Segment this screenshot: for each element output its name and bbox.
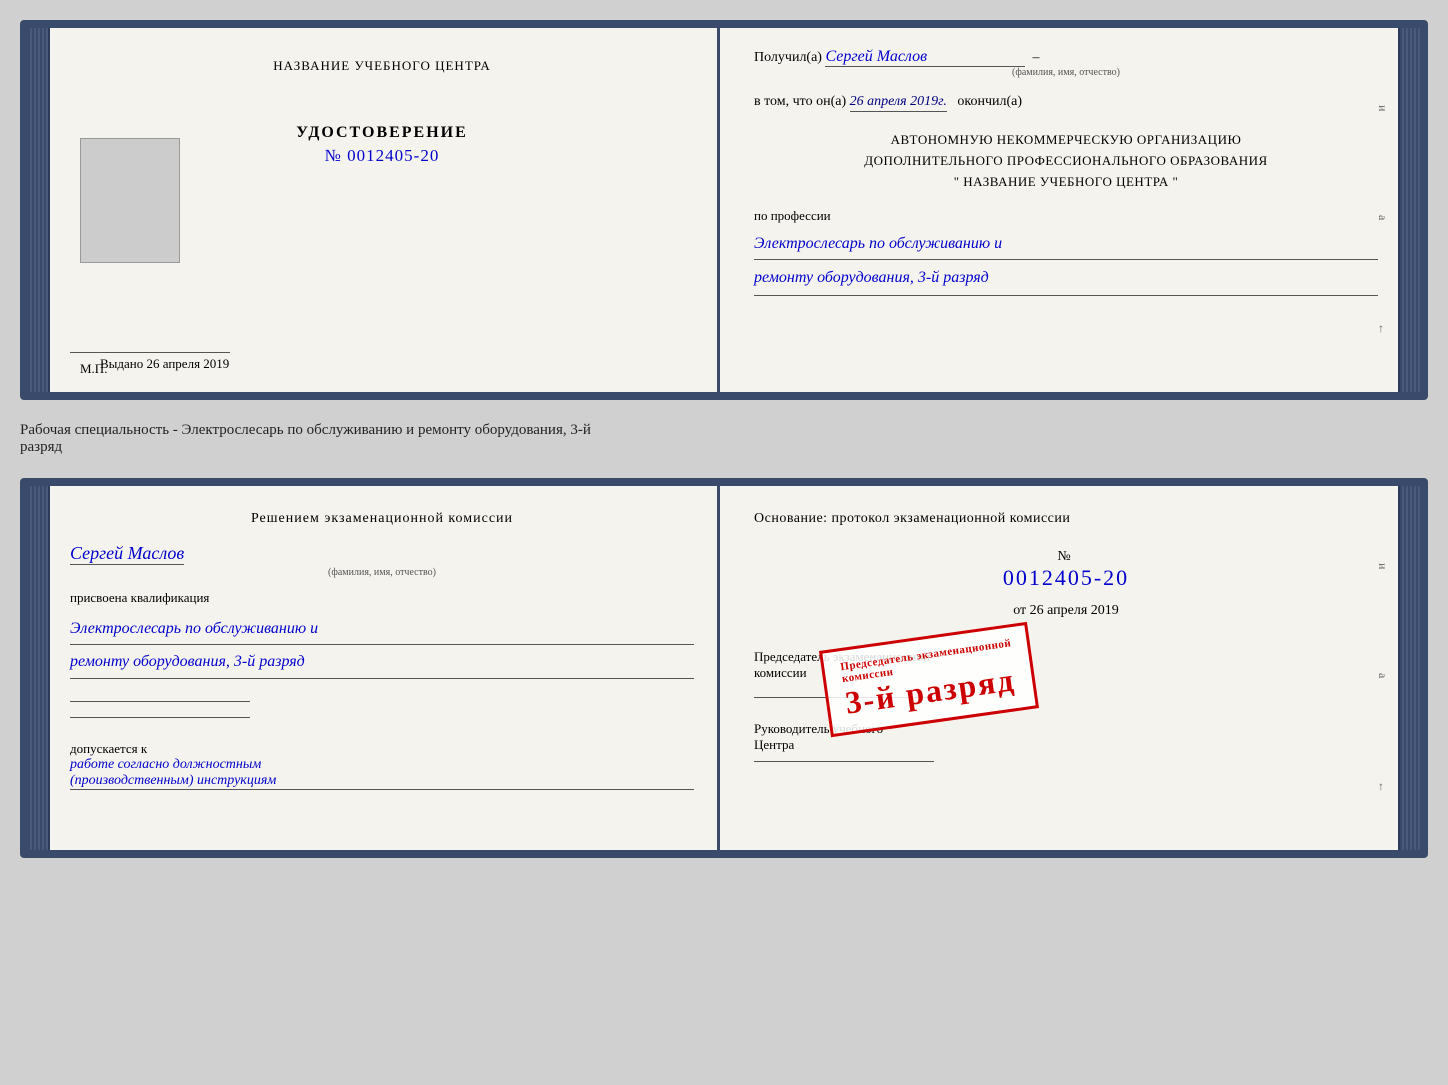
profession-hw-2: ремонту оборудования, 3-й разряд xyxy=(754,264,1378,296)
sig-block-2 xyxy=(754,761,934,762)
date-line-1: в том, что он(а) 26 апреля 2019г. окончи… xyxy=(754,94,1378,110)
sig-line-1 xyxy=(70,701,250,702)
person-subtitle: (фамилия, имя, отчество) xyxy=(70,567,694,578)
page-container: НАЗВАНИЕ УЧЕБНОГО ЦЕНТРА УДОСТОВЕРЕНИЕ №… xyxy=(20,20,1428,858)
right-deco-2: и а ← xyxy=(1375,516,1390,840)
name-subtitle-1: (фамилия, имя, отчество) xyxy=(754,67,1378,78)
signature-lines xyxy=(70,701,694,721)
qual-line-1: Электрослесарь по обслуживанию и xyxy=(70,614,694,645)
certificate-card-2: Решением экзаменационной комиссии Сергей… xyxy=(20,478,1428,858)
photo-placeholder xyxy=(80,138,180,263)
sig-line-2 xyxy=(70,717,250,718)
protocol-number-block: № 0012405-20 xyxy=(754,547,1378,599)
qualification-hw: Электрослесарь по обслуживанию и ремонту… xyxy=(70,614,694,681)
protocol-date: от 26 апреля 2019 xyxy=(754,603,1378,619)
spine-left xyxy=(28,28,50,392)
received-line: Получил(а) Сергей Маслов – (фамилия, имя… xyxy=(754,48,1378,78)
spine-right-2 xyxy=(1398,486,1420,850)
right-deco-1: и а ← xyxy=(1375,58,1390,382)
received-name: Сергей Маслов xyxy=(825,48,1025,67)
protocol-number: 0012405-20 xyxy=(754,565,1378,591)
допускается-hw: работе согласно должностным(производстве… xyxy=(70,757,694,790)
cert-right-page-1: Получил(а) Сергей Маслов – (фамилия, имя… xyxy=(724,28,1398,392)
certificate-card-1: НАЗВАНИЕ УЧЕБНОГО ЦЕНТРА УДОСТОВЕРЕНИЕ №… xyxy=(20,20,1428,400)
date-handwritten-1: 26 апреля 2019г. xyxy=(850,94,947,112)
decision-title: Решением экзаменационной комиссии xyxy=(70,511,694,527)
cert-left-page-1: НАЗВАНИЕ УЧЕБНОГО ЦЕНТРА УДОСТОВЕРЕНИЕ №… xyxy=(50,28,724,392)
basis-line: Основание: протокол экзаменационной коми… xyxy=(754,511,1378,527)
person-name-block: Сергей Маслов (фамилия, имя, отчество) xyxy=(70,543,694,590)
card2-left-page: Решением экзаменационной комиссии Сергей… xyxy=(50,486,724,850)
cert-title: УДОСТОВЕРЕНИЕ xyxy=(296,124,468,142)
between-text: Рабочая специальность - Электрослесарь п… xyxy=(20,418,1428,460)
issued-line: Выдано 26 апреля 2019 xyxy=(100,356,694,372)
spine-left-2 xyxy=(28,486,50,850)
cert-number: № 0012405-20 xyxy=(325,146,440,165)
qualification-label: присвоена квалификация xyxy=(70,590,694,606)
spine-right-1 xyxy=(1398,28,1420,392)
org-block-1: АВТОНОМНУЮ НЕКОММЕРЧЕСКУЮ ОРГАНИЗАЦИЮ ДО… xyxy=(754,130,1378,192)
org-name-top: НАЗВАНИЕ УЧЕБНОГО ЦЕНТРА xyxy=(273,58,490,74)
qual-line-2: ремонту оборудования, 3-й разряд xyxy=(70,647,694,678)
card2-right-page: Основание: протокол экзаменационной коми… xyxy=(724,486,1398,850)
person-name-hw: Сергей Маслов xyxy=(70,543,184,565)
допускается-block: допускается к работе согласно должностны… xyxy=(70,741,694,790)
profession-hw-1: Электрослесарь по обслуживанию и xyxy=(754,230,1378,260)
mp-label: М.П. xyxy=(80,361,107,377)
profession-label-1: по профессии xyxy=(754,208,1378,224)
stamp: Председатель экзаменационной комиссии 3-… xyxy=(819,622,1039,737)
cert-title-block: УДОСТОВЕРЕНИЕ № 0012405-20 xyxy=(296,124,468,166)
